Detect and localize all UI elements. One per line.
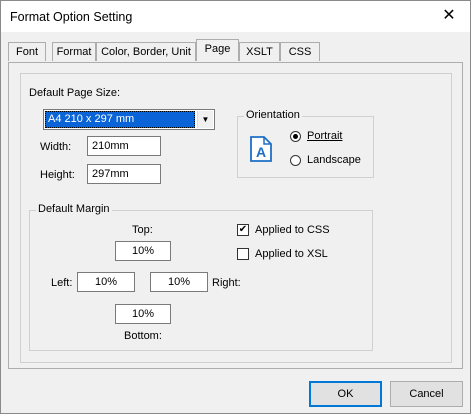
portrait-icon-letter: A [256,144,266,160]
right-margin-label: Right: [212,277,241,289]
page-size-label: Default Page Size: [29,87,121,99]
tab-label: Page [204,43,231,55]
tab-label: Format [56,46,92,58]
portrait-label[interactable]: Portrait [307,130,342,142]
tab-page[interactable]: Page [196,39,239,61]
tab-font[interactable]: Font [8,42,46,61]
top-margin-field[interactable]: 10% [115,241,171,261]
height-label: Height: [40,169,75,181]
width-label: Width: [40,141,72,153]
ok-button[interactable]: OK [309,381,382,407]
tab-label: Font [15,46,38,58]
tab-label: XSLT [246,46,273,58]
chevron-down-icon[interactable]: ▼ [197,111,213,128]
applied-to-css-label[interactable]: Applied to CSS [255,224,330,236]
portrait-radio[interactable] [290,131,301,142]
check-icon: ✔ [238,224,248,235]
title-bar: Format Option Setting ✕ [1,1,470,32]
default-margin-legend: Default Margin [36,203,112,215]
window-title: Format Option Setting [10,10,133,24]
radio-selected-dot [293,134,298,139]
width-field[interactable]: 210mm [87,136,161,156]
bottom-margin-field[interactable]: 10% [115,304,171,324]
height-field[interactable]: 297mm [87,164,161,184]
top-margin-label: Top: [132,224,153,236]
tab-color-border-unit[interactable]: Color, Border, Unit [96,42,196,61]
applied-to-xsl-label[interactable]: Applied to XSL [255,248,328,260]
tab-label: Color, Border, Unit [101,46,191,58]
applied-to-css-checkbox[interactable]: ✔ [237,224,249,236]
dialog-window: Format Option Setting ✕ Font Format Colo… [0,0,471,414]
tab-format[interactable]: Format [52,42,96,61]
tab-css[interactable]: CSS [280,42,320,61]
left-margin-label: Left: [51,277,73,289]
page-size-select[interactable]: A4 210 x 297 mm ▼ [43,109,215,130]
close-icon[interactable]: ✕ [436,5,462,27]
cancel-button[interactable]: Cancel [390,381,463,407]
portrait-label-text: Portrait [307,130,343,142]
tab-xslt[interactable]: XSLT [239,42,280,61]
landscape-radio[interactable] [290,155,301,166]
page-size-selected-value: A4 210 x 297 mm [45,111,195,128]
landscape-label[interactable]: Landscape [307,154,361,166]
applied-to-xsl-checkbox[interactable] [237,248,249,260]
tab-label: CSS [288,46,312,58]
portrait-page-icon: A [250,136,272,162]
left-margin-field[interactable]: 10% [77,272,135,292]
orientation-legend: Orientation [244,109,302,121]
right-margin-field[interactable]: 10% [150,272,208,292]
landscape-label-text: Landscape [307,154,361,166]
bottom-margin-label: Bottom: [124,330,162,342]
